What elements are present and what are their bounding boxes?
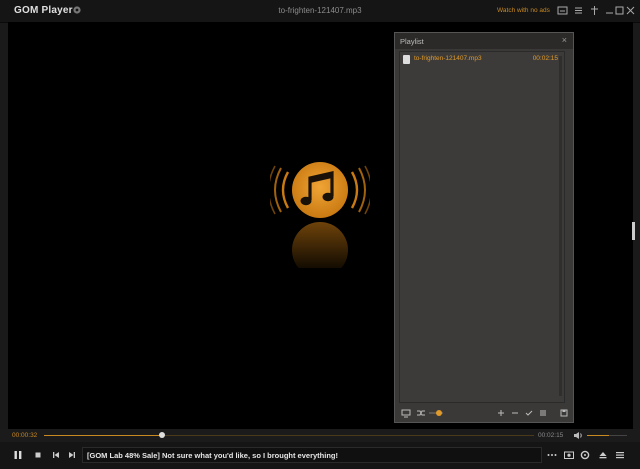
seek-bar-area: 00:00:32 00:02:15	[0, 429, 640, 442]
title-bar: GOM Player to-frighten-121407.mp3 Watch …	[0, 0, 640, 23]
watch-no-ads-link[interactable]: Watch with no ads	[497, 7, 550, 14]
list-icon[interactable]	[538, 408, 548, 418]
previous-icon[interactable]	[50, 449, 62, 461]
playlist-item-duration: 00:02:15	[532, 55, 558, 62]
next-icon[interactable]	[66, 449, 78, 461]
list-icon[interactable]	[573, 5, 584, 16]
pause-icon[interactable]	[12, 449, 24, 461]
volume-icon[interactable]	[573, 431, 583, 440]
playlist-panel: Playlist × to-frighten-121407.mp3 00:02:…	[394, 32, 574, 423]
menu-icon[interactable]	[614, 449, 626, 461]
current-time: 00:00:32	[12, 432, 38, 439]
control-bar: [GOM Lab 48% Sale] Not sure what you'd l…	[0, 442, 640, 469]
remove-icon[interactable]	[510, 408, 520, 418]
save-icon[interactable]	[559, 408, 569, 418]
promo-banner[interactable]: [GOM Lab 48% Sale] Not sure what you'd l…	[82, 447, 542, 463]
maximize-icon[interactable]	[614, 5, 625, 16]
check-icon[interactable]	[524, 408, 534, 418]
music-note-icon	[270, 162, 370, 268]
playlist-item[interactable]: to-frighten-121407.mp3 00:02:15	[403, 55, 563, 66]
volume-level[interactable]	[587, 435, 609, 436]
capture-icon[interactable]	[563, 449, 575, 461]
playlist-close-button[interactable]: ×	[562, 35, 567, 45]
speed-slider-icon[interactable]	[429, 408, 443, 418]
playlist-header: Playlist ×	[395, 33, 573, 49]
playlist-item-name: to-frighten-121407.mp3	[414, 55, 482, 62]
gom-player-window: GOM Player to-frighten-121407.mp3 Watch …	[0, 0, 640, 469]
seek-progress	[44, 435, 162, 436]
playlist-scrollbar[interactable]	[559, 56, 562, 396]
pin-icon[interactable]	[589, 5, 600, 16]
total-time: 00:02:15	[538, 432, 564, 439]
subtitle-icon[interactable]	[557, 5, 568, 16]
playlist-title: Playlist	[400, 37, 424, 46]
eject-icon[interactable]	[597, 449, 609, 461]
settings-icon[interactable]	[579, 449, 591, 461]
seek-handle[interactable]	[159, 432, 165, 438]
file-icon	[403, 55, 410, 64]
close-icon[interactable]	[625, 5, 636, 16]
stop-icon[interactable]	[32, 449, 44, 461]
resize-handle[interactable]	[632, 222, 635, 240]
add-icon[interactable]	[496, 408, 506, 418]
shuffle-icon[interactable]	[416, 408, 426, 418]
repeat-icon[interactable]	[401, 408, 411, 418]
more-icon[interactable]	[546, 449, 558, 461]
playlist-toolbar	[395, 405, 573, 422]
promo-banner-text: [GOM Lab 48% Sale] Not sure what you'd l…	[87, 451, 338, 460]
playlist-list[interactable]: to-frighten-121407.mp3 00:02:15	[399, 51, 565, 403]
